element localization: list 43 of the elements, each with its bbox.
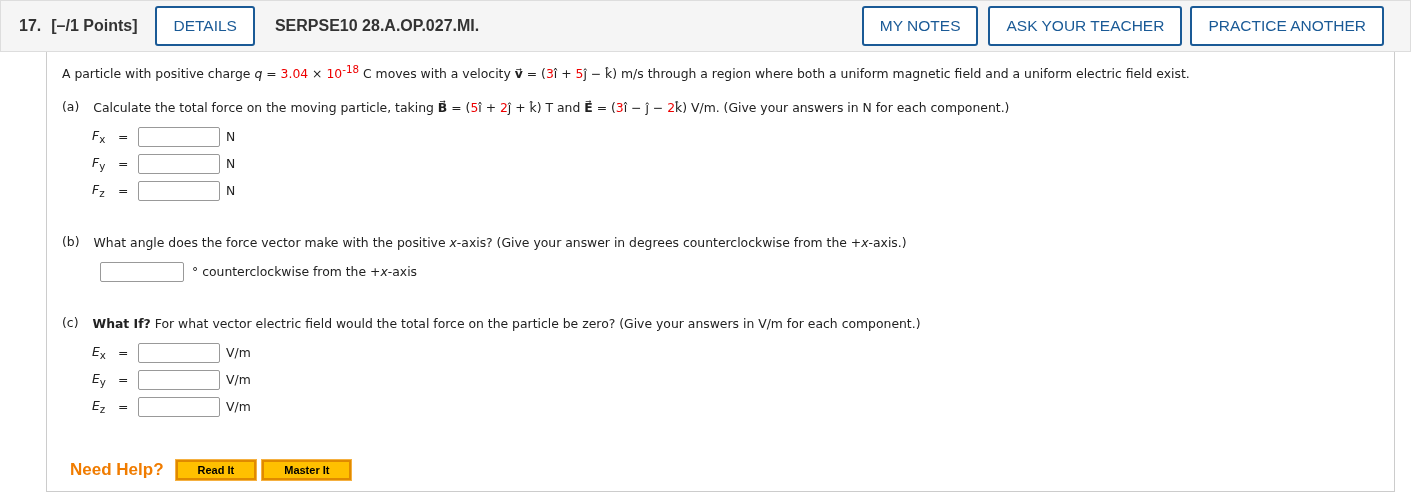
header-button[interactable]: ASK YOUR TEACHER bbox=[988, 6, 1183, 46]
unit-label: V/m bbox=[226, 372, 251, 388]
equals-sign: = bbox=[118, 156, 130, 172]
answer-field[interactable] bbox=[100, 261, 184, 282]
question-number: 17. bbox=[19, 17, 42, 35]
help-button[interactable]: Read It bbox=[175, 460, 257, 481]
header-button[interactable]: MY NOTES bbox=[861, 6, 979, 46]
question-code: SERPSE10 28.A.OP.027.MI. bbox=[274, 17, 480, 35]
equals-sign: = bbox=[118, 399, 130, 415]
points-label: [–/1 Points] bbox=[51, 17, 138, 35]
answer-field[interactable] bbox=[138, 153, 220, 174]
unit-label: ° counterclockwise from the +x-axis bbox=[192, 264, 418, 280]
variable-label: F$_{z}$ bbox=[92, 181, 106, 200]
answer-field[interactable] bbox=[138, 342, 220, 363]
answer-field[interactable] bbox=[138, 396, 220, 417]
unit-label: N bbox=[226, 183, 236, 199]
question-text: A particle with positive charge q = 3.04 × 10$^{-18}$ C moves with a velocity v⃗ = (3î + 5ĵ − k̂) m/s through a region where both a uniform magnetic field and a uniform electric field exist. bbox=[62, 62, 1191, 84]
part-prompt: What If? For what vector electric field would the total force on the particle be zero? (Give your answers in V/m for each component.) bbox=[92, 315, 921, 334]
part-label: (b) bbox=[62, 234, 80, 252]
equals-sign: = bbox=[118, 372, 130, 388]
answer-field[interactable] bbox=[138, 369, 220, 390]
equals-sign: = bbox=[118, 129, 130, 145]
part-label: (c) bbox=[62, 315, 79, 333]
variable-label: E$_{x}$ bbox=[92, 343, 107, 362]
equals-sign: = bbox=[118, 345, 130, 361]
variable-label: E$_{z}$ bbox=[92, 397, 107, 416]
equals-sign: = bbox=[118, 183, 130, 199]
answer-field[interactable] bbox=[138, 126, 220, 147]
variable-label: F$_{x}$ bbox=[92, 127, 107, 146]
unit-label: N bbox=[226, 129, 236, 145]
part-prompt: What angle does the force vector make with the positive x-axis? (Give your answer in degrees counterclockwise from the +x-axis.) bbox=[93, 234, 907, 253]
unit-label: V/m bbox=[226, 399, 251, 415]
part-prompt: Calculate the total force on the moving particle, taking B⃗ = (5î + 2ĵ + k̂) T and E⃗ = (3î − ĵ − 2k̂) V/m. (Give your answers in N for each component.) bbox=[93, 99, 1010, 118]
header-button[interactable]: PRACTICE ANOTHER bbox=[1190, 6, 1384, 46]
variable-label: F$_{y}$ bbox=[92, 154, 107, 173]
need-help-label: Need Help? bbox=[70, 460, 164, 481]
unit-label: V/m bbox=[226, 345, 251, 361]
unit-label: N bbox=[226, 156, 236, 172]
part-label: (a) bbox=[62, 99, 80, 117]
details-button[interactable]: DETAILS bbox=[155, 6, 255, 46]
variable-label: E$_{y}$ bbox=[92, 370, 107, 389]
answer-field[interactable] bbox=[138, 180, 220, 201]
help-button[interactable]: Master It bbox=[262, 460, 352, 481]
